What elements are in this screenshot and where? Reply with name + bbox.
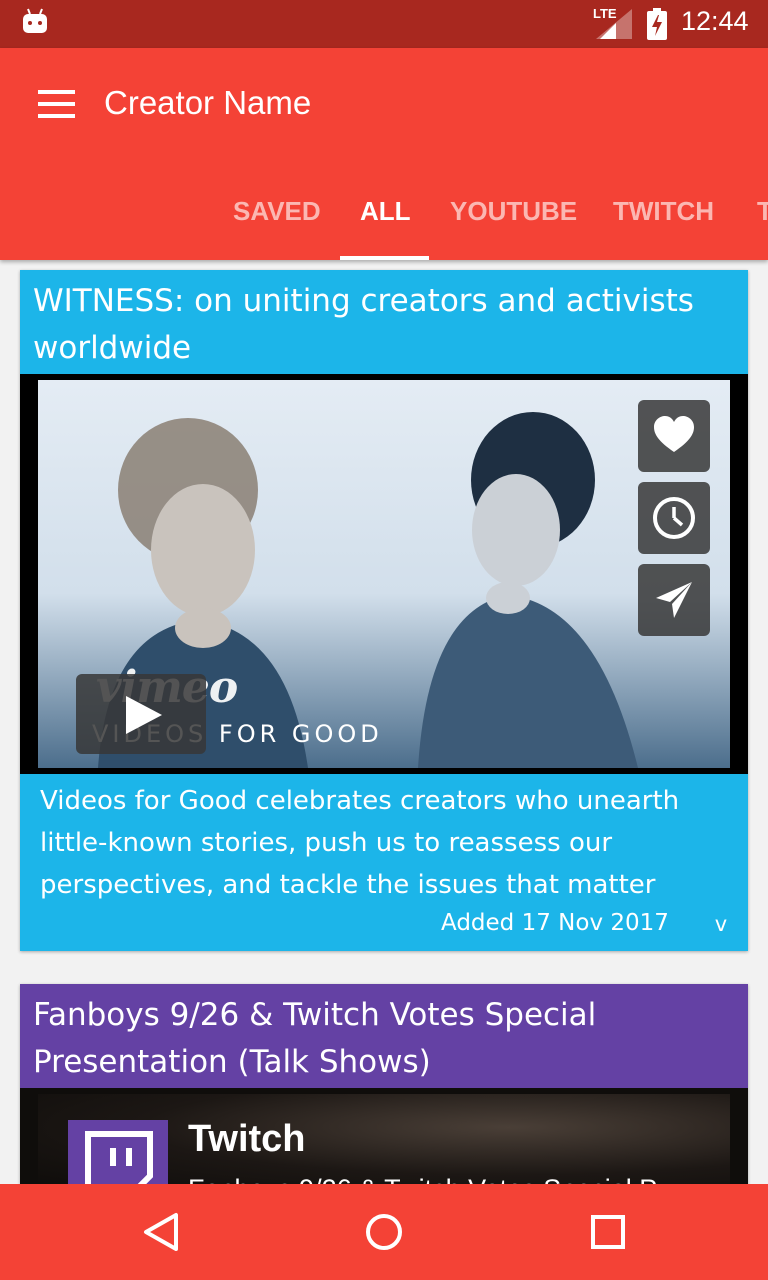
- save-button[interactable]: [638, 400, 710, 472]
- recents-icon: [591, 1215, 625, 1249]
- feed-card[interactable]: WITNESS: on uniting creators and activis…: [20, 270, 748, 951]
- hamburger-line: [38, 114, 75, 118]
- twitch-logo: [68, 1120, 168, 1189]
- android-debug-icon: [23, 8, 47, 33]
- tab-indicator: [340, 256, 429, 260]
- play-icon: [126, 696, 162, 734]
- back-icon: [144, 1213, 178, 1251]
- tab-bar: SAVED ALL YOUTUBE TWITCH T: [0, 184, 768, 260]
- card-title: WITNESS: on uniting creators and activis…: [33, 283, 694, 366]
- video-thumbnail[interactable]: vimeo VIDEOS FOR GOOD: [38, 380, 730, 768]
- watch-later-button[interactable]: [638, 482, 710, 554]
- menu-button[interactable]: [24, 78, 88, 130]
- page-title: Creator Name: [104, 84, 312, 121]
- card-title: Fanboys 9/26 & Twitch Votes Special Pres…: [33, 997, 597, 1080]
- app-bar: Creator Name SAVED ALL YOUTUBE TWITCH T: [0, 48, 768, 260]
- video-frame: vimeo VIDEOS FOR GOOD: [20, 374, 748, 774]
- video-frame: Twitch Fanboys 9/26 & Twitch Votes Speci…: [20, 1088, 748, 1189]
- clock-icon: [653, 497, 695, 539]
- tab-saved[interactable]: SAVED: [233, 184, 321, 260]
- status-bar: LTE 12:44: [0, 0, 768, 48]
- hamburger-menu-icon: [38, 90, 75, 94]
- tab-overflow[interactable]: T: [757, 184, 768, 260]
- home-icon: [366, 1214, 402, 1250]
- heart-icon: [654, 416, 694, 452]
- tab-all[interactable]: ALL: [360, 184, 411, 260]
- twitch-glitch-icon: [85, 1131, 153, 1189]
- card-date: Added 17 Nov 2017: [441, 910, 669, 936]
- battery-charging-icon: [647, 8, 667, 40]
- signal-icon: [596, 9, 632, 39]
- tab-twitch[interactable]: TWITCH: [613, 184, 714, 260]
- back-button[interactable]: [130, 1202, 190, 1262]
- hamburger-line: [38, 102, 75, 106]
- play-button[interactable]: [76, 674, 206, 754]
- feed-card[interactable]: Fanboys 9/26 & Twitch Votes Special Pres…: [20, 984, 748, 1189]
- share-button[interactable]: [638, 564, 710, 636]
- clock: 12:44: [681, 6, 749, 36]
- send-icon: [656, 582, 692, 618]
- card-description: Videos for Good celebrates creators who …: [40, 786, 680, 900]
- video-thumbnail[interactable]: Twitch Fanboys 9/26 & Twitch Votes Speci…: [38, 1094, 730, 1189]
- twitch-brand: Twitch: [188, 1118, 306, 1160]
- home-button[interactable]: [354, 1202, 414, 1262]
- recents-button[interactable]: [578, 1202, 638, 1262]
- expand-toggle[interactable]: v: [706, 912, 736, 936]
- tab-youtube[interactable]: YOUTUBE: [450, 184, 577, 260]
- navigation-bar: [0, 1184, 768, 1280]
